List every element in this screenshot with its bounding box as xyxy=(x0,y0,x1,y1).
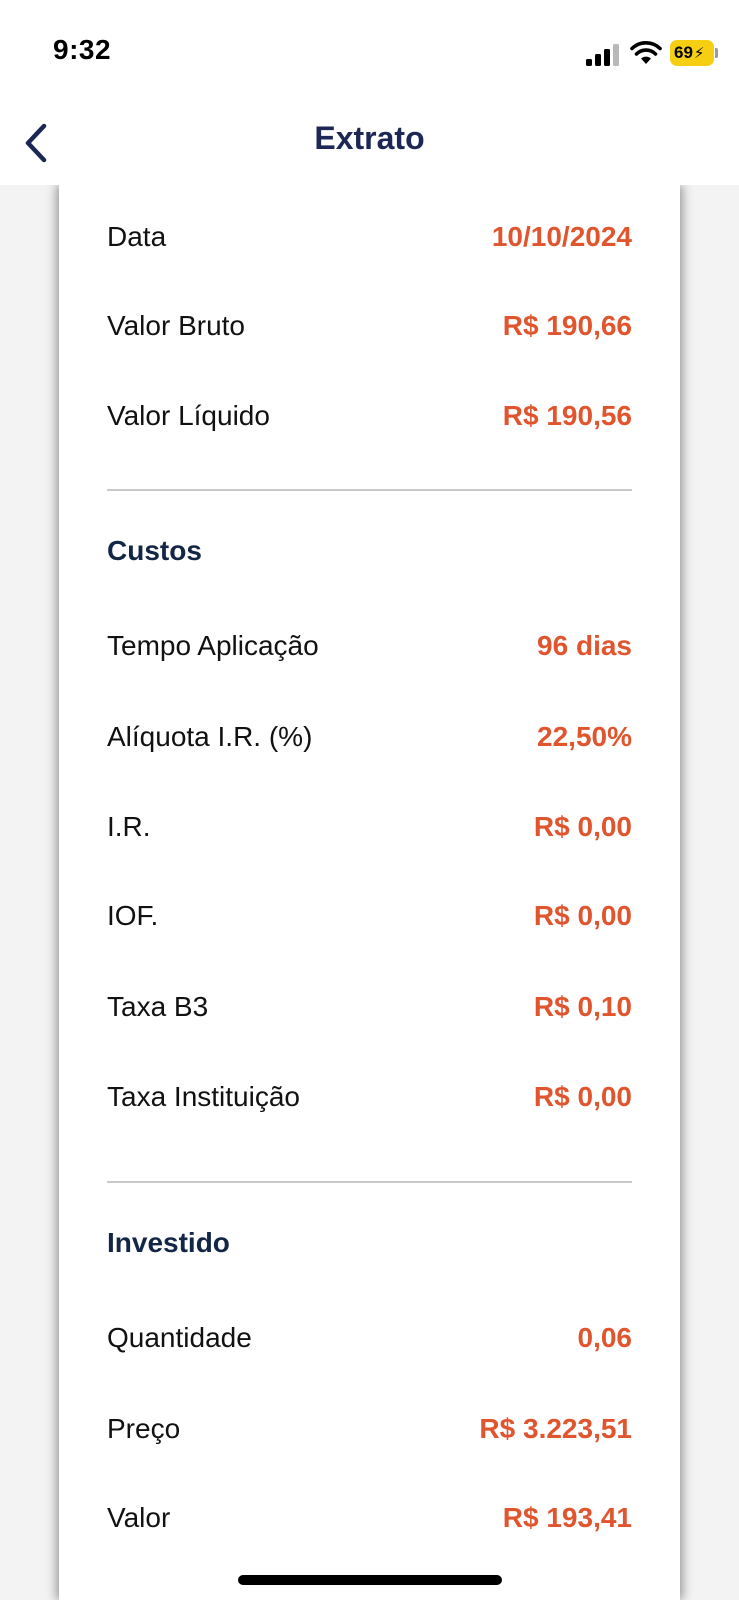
row-value: 10/10/2024 xyxy=(491,221,632,252)
battery-cap xyxy=(715,48,718,58)
row-label: Valor Líquido xyxy=(107,400,270,431)
row-value: R$ 0,00 xyxy=(533,900,632,931)
row-valor-bruto: Valor Bruto R$ 190,66 xyxy=(107,304,632,348)
row-taxa-instituicao: Taxa Instituição R$ 0,00 xyxy=(107,1075,632,1119)
row-preco: Preço R$ 3.223,51 xyxy=(107,1407,632,1451)
divider xyxy=(107,489,632,491)
page-title: Extrato xyxy=(314,120,425,156)
row-label: Taxa B3 xyxy=(107,991,209,1022)
status-bar: 9:32 69 ⚡︎ xyxy=(0,0,739,100)
row-label: Alíquota I.R. (%) xyxy=(107,721,313,752)
row-value: 96 dias xyxy=(537,630,632,661)
row-value: R$ 190,56 xyxy=(502,400,632,431)
row-value: 0,06 xyxy=(577,1322,633,1353)
wifi-icon xyxy=(630,41,662,64)
row-value: R$ 0,00 xyxy=(533,811,632,842)
signal-icon xyxy=(586,44,619,66)
section-title-custos: Custos xyxy=(107,535,202,566)
battery-level: 69 xyxy=(674,43,693,62)
row-value: R$ 190,66 xyxy=(502,310,632,341)
charging-bolt-icon: ⚡︎ xyxy=(693,45,705,62)
row-taxa-b3: Taxa B3 R$ 0,10 xyxy=(107,985,632,1029)
nav-bar: Extrato xyxy=(0,100,739,185)
divider xyxy=(107,1181,632,1183)
row-label: Data xyxy=(107,221,167,252)
row-data: Data 10/10/2024 xyxy=(107,215,632,259)
row-label: Preço xyxy=(107,1413,181,1444)
status-time: 9:32 xyxy=(53,34,112,65)
row-label: Quantidade xyxy=(107,1322,252,1353)
statement-card: Data 10/10/2024 Valor Bruto R$ 190,66 Va… xyxy=(59,185,680,1600)
row-label: Taxa Instituição xyxy=(107,1081,300,1112)
section-title-investido: Investido xyxy=(107,1227,230,1258)
row-value: R$ 0,00 xyxy=(533,1081,632,1112)
row-label: Valor xyxy=(107,1502,171,1533)
row-value: R$ 0,10 xyxy=(533,991,632,1022)
row-ir: I.R. R$ 0,00 xyxy=(107,805,632,849)
row-value: R$ 3.223,51 xyxy=(479,1413,632,1444)
row-iof: IOF. R$ 0,00 xyxy=(107,894,632,938)
row-label: I.R. xyxy=(107,811,151,842)
row-value: 22,50% xyxy=(537,721,632,752)
row-valor-liquido: Valor Líquido R$ 190,56 xyxy=(107,394,632,438)
home-indicator[interactable] xyxy=(238,1575,502,1585)
battery-icon: 69 ⚡︎ xyxy=(670,40,714,66)
row-value: R$ 193,41 xyxy=(502,1502,632,1533)
row-quantidade: Quantidade 0,06 xyxy=(107,1316,632,1360)
row-label: Tempo Aplicação xyxy=(107,630,319,661)
row-valor: Valor R$ 193,41 xyxy=(107,1496,632,1540)
row-tempo-aplicacao: Tempo Aplicação 96 dias xyxy=(107,624,632,668)
row-label: Valor Bruto xyxy=(107,310,245,341)
row-aliquota-ir: Alíquota I.R. (%) 22,50% xyxy=(107,715,632,759)
row-label: IOF. xyxy=(107,900,159,931)
